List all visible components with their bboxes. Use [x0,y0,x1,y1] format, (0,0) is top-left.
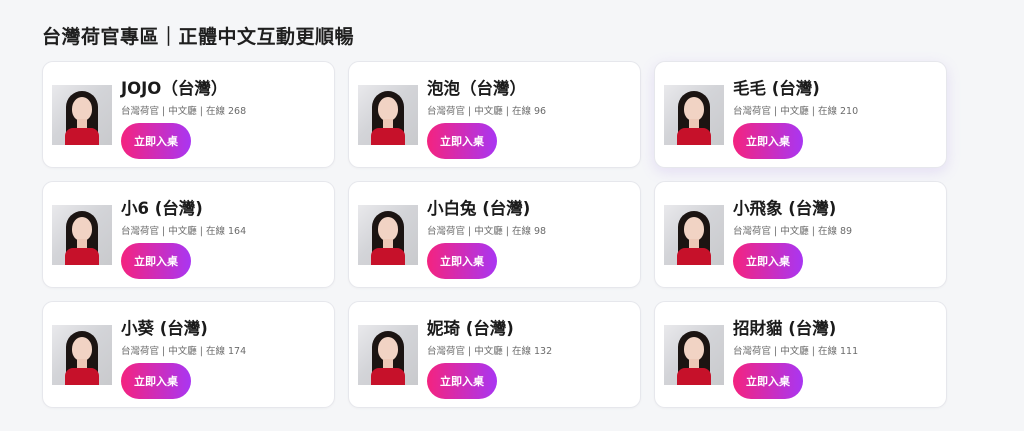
dealer-avatar [358,325,418,385]
dealer-name: 泡泡（台灣） [427,79,526,98]
join-table-button[interactable]: 立即入桌 [121,123,191,159]
dealer-card[interactable]: 小葵 (台灣) 台灣荷官 | 中文廳 | 在線 174 立即入桌 [42,301,335,408]
join-table-button[interactable]: 立即入桌 [121,243,191,279]
dealer-meta: 台灣荷官 | 中文廳 | 在線 89 [733,226,853,237]
dealer-avatar [664,205,724,265]
dealer-avatar [52,85,112,145]
dealer-meta: 台灣荷官 | 中文廳 | 在線 210 [733,106,859,117]
join-table-button[interactable]: 立即入桌 [121,363,191,399]
dealer-card[interactable]: 毛毛 (台灣) 台灣荷官 | 中文廳 | 在線 210 立即入桌 [654,61,947,168]
dealer-card[interactable]: 小白兔 (台灣) 台灣荷官 | 中文廳 | 在線 98 立即入桌 [348,181,641,288]
dealer-card[interactable]: 小飛象 (台灣) 台灣荷官 | 中文廳 | 在線 89 立即入桌 [654,181,947,288]
dealer-meta: 台灣荷官 | 中文廳 | 在線 164 [121,226,247,237]
dealer-meta: 台灣荷官 | 中文廳 | 在線 132 [427,346,553,357]
dealer-meta: 台灣荷官 | 中文廳 | 在線 268 [121,106,247,117]
dealer-avatar [52,325,112,385]
join-table-button[interactable]: 立即入桌 [427,123,497,159]
dealer-card[interactable]: 小6 (台灣) 台灣荷官 | 中文廳 | 在線 164 立即入桌 [42,181,335,288]
join-table-button[interactable]: 立即入桌 [733,123,803,159]
dealer-card[interactable]: 泡泡（台灣） 台灣荷官 | 中文廳 | 在線 96 立即入桌 [348,61,641,168]
dealer-name: 小6 (台灣) [121,199,203,218]
dealer-card[interactable]: JOJO（台灣） 台灣荷官 | 中文廳 | 在線 268 立即入桌 [42,61,335,168]
join-table-button[interactable]: 立即入桌 [733,363,803,399]
dealer-avatar [358,205,418,265]
dealer-name: 小葵 (台灣) [121,319,208,338]
dealer-name: JOJO（台灣） [121,79,228,98]
dealer-card[interactable]: 妮琦 (台灣) 台灣荷官 | 中文廳 | 在線 132 立即入桌 [348,301,641,408]
join-table-button[interactable]: 立即入桌 [427,243,497,279]
dealer-avatar [664,325,724,385]
dealer-name: 小白兔 (台灣) [427,199,531,218]
join-table-button[interactable]: 立即入桌 [427,363,497,399]
dealer-meta: 台灣荷官 | 中文廳 | 在線 174 [121,346,247,357]
dealer-meta: 台灣荷官 | 中文廳 | 在線 111 [733,346,859,357]
dealer-meta: 台灣荷官 | 中文廳 | 在線 98 [427,226,547,237]
dealer-avatar [358,85,418,145]
dealer-grid: JOJO（台灣） 台灣荷官 | 中文廳 | 在線 268 立即入桌 泡泡（台灣）… [42,61,947,408]
dealer-name: 小飛象 (台灣) [733,199,837,218]
dealer-avatar [664,85,724,145]
dealer-name: 毛毛 (台灣) [733,79,820,98]
section-title: 台灣荷官專區｜正體中文互動更順暢 [42,26,355,48]
dealer-name: 妮琦 (台灣) [427,319,514,338]
dealer-name: 招財貓 (台灣) [733,319,837,338]
dealer-avatar [52,205,112,265]
dealer-meta: 台灣荷官 | 中文廳 | 在線 96 [427,106,547,117]
dealer-card[interactable]: 招財貓 (台灣) 台灣荷官 | 中文廳 | 在線 111 立即入桌 [654,301,947,408]
join-table-button[interactable]: 立即入桌 [733,243,803,279]
